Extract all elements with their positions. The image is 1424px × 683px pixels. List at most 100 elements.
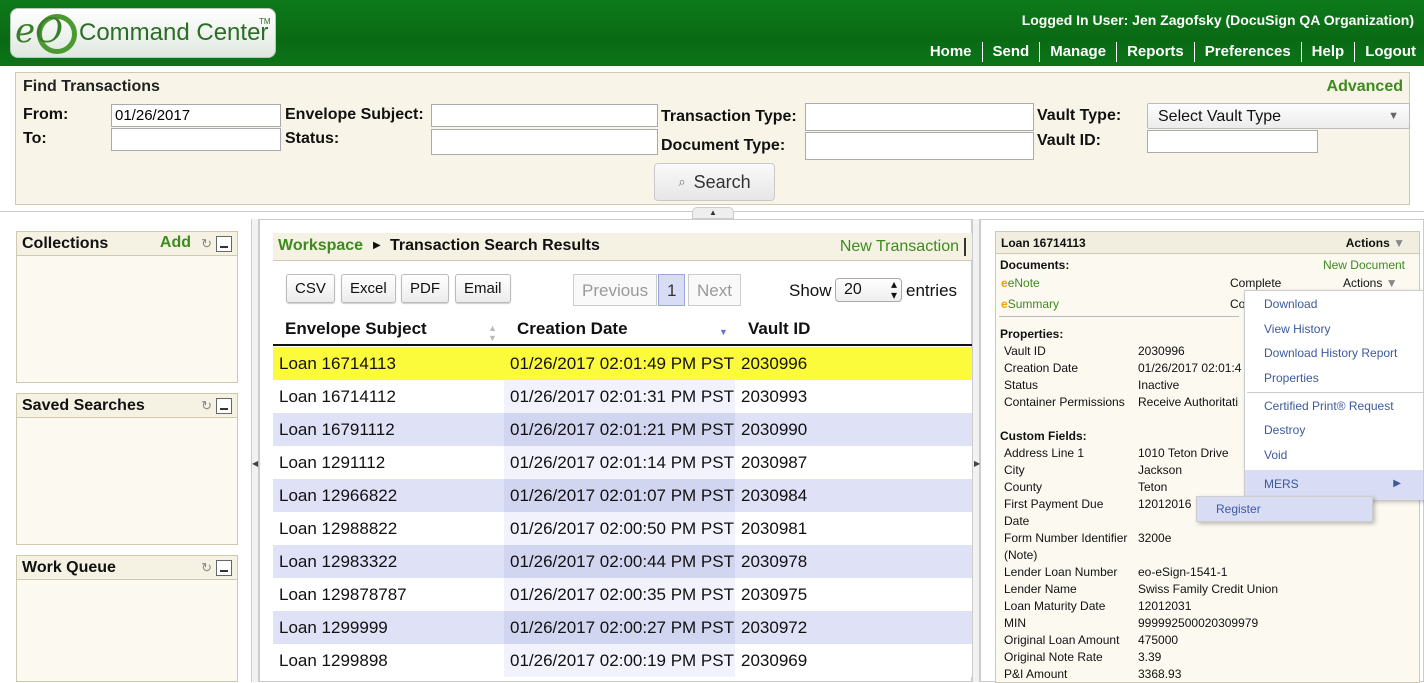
field-key: Lender Name	[1004, 582, 1077, 596]
right-splitter[interactable]: ▶	[972, 219, 980, 682]
cell-vault-id: 2030987	[735, 446, 973, 479]
from-date-input[interactable]	[111, 104, 281, 127]
vault-type-value: Select Vault Type	[1158, 108, 1282, 125]
work-queue-panel: Work Queue ↻	[16, 555, 238, 682]
logo[interactable]: eO Command Center TM	[10, 8, 276, 58]
field-key: City	[1004, 463, 1025, 477]
previous-page-button[interactable]: Previous	[573, 274, 658, 306]
doc-type-input[interactable]	[805, 132, 1034, 160]
breadcrumb-workspace[interactable]: Workspace	[278, 237, 363, 255]
table-row[interactable]: Loan 129878787 01/26/2017 02:00:35 PM PST…	[273, 578, 973, 611]
nav-logout[interactable]: Logout	[1355, 42, 1424, 62]
menu-separator	[1247, 392, 1423, 393]
menu-void[interactable]: Void	[1264, 448, 1287, 462]
next-page-button[interactable]: Next	[688, 274, 741, 306]
sort-icon[interactable]: ▲ ▼	[488, 323, 497, 343]
vault-type-select[interactable]: Select Vault Type ▼	[1147, 103, 1410, 129]
table-row[interactable]: Loan 12983322 01/26/2017 02:00:44 PM PST 2…	[273, 545, 973, 578]
page-title: Transaction Search Results	[390, 237, 600, 254]
add-collection-link[interactable]: Add	[160, 234, 191, 252]
cell-subject: Loan 1291112	[273, 446, 504, 479]
table-row[interactable]: Loan 1299898 01/26/2017 02:00:19 PM PST 20…	[273, 644, 973, 677]
cell-subject: Loan 129878787	[273, 578, 504, 611]
search-label: Search	[693, 171, 751, 192]
logo-mark: eO	[15, 11, 63, 51]
document-summary-link[interactable]: eSummary	[1001, 297, 1059, 311]
menu-mers-label: MERS	[1264, 477, 1299, 491]
email-button[interactable]: Email	[455, 274, 511, 303]
pdf-button[interactable]: PDF	[401, 274, 449, 303]
left-splitter[interactable]: ◀	[251, 219, 259, 682]
menu-properties[interactable]: Properties	[1264, 371, 1319, 385]
collections-header: Collections Add ↻	[17, 232, 237, 256]
table-row[interactable]: Loan 12988822 01/26/2017 02:00:50 PM PST 2…	[273, 512, 973, 545]
minimize-icon[interactable]	[216, 560, 232, 576]
stepper-icon: ▴ ▾	[890, 277, 897, 302]
table-row[interactable]: Loan 1299999 01/26/2017 02:00:27 PM PST 20…	[273, 611, 973, 644]
field-value: eo-eSign-1541-1	[1138, 565, 1228, 579]
menu-download[interactable]: Download	[1264, 297, 1317, 311]
table-row[interactable]: Loan 16714113 01/26/2017 02:01:49 PM PST 2…	[273, 347, 973, 380]
properties-label: Properties:	[1000, 327, 1064, 341]
txn-type-input[interactable]	[805, 103, 1034, 131]
find-transactions-panel: Find Transactions Advanced From: To: Env…	[15, 72, 1410, 205]
collapse-search-toggle[interactable]: ▲	[692, 207, 734, 219]
new-transaction-link[interactable]: New Transaction	[840, 238, 966, 256]
field-key: P&I Amount	[1004, 667, 1068, 681]
excel-button[interactable]: Excel	[341, 274, 396, 303]
search-button[interactable]: ⌕ Search	[654, 163, 775, 201]
table-row[interactable]: Loan 1291112 01/26/2017 02:01:14 PM PST 20…	[273, 446, 973, 479]
prop-value: Inactive	[1138, 378, 1180, 392]
cell-date: 01/26/2017 02:01:21 PM PST	[504, 413, 735, 446]
minimize-icon[interactable]	[216, 398, 232, 414]
new-document-link[interactable]: New Document	[1323, 258, 1405, 272]
field-key: Form Number Identifier	[1004, 531, 1128, 545]
menu-certified-print-request[interactable]: Certified Print® Request	[1264, 399, 1394, 413]
field-value: Teton	[1138, 480, 1168, 494]
to-date-input[interactable]	[111, 128, 281, 151]
nav-reports[interactable]: Reports	[1117, 42, 1195, 62]
cell-vault-id: 2030996	[735, 347, 973, 380]
minimize-icon[interactable]	[216, 236, 232, 252]
col-vault-id[interactable]: Vault ID	[748, 319, 810, 339]
document-actions-menu[interactable]: Actions ▼	[1343, 276, 1398, 290]
document-name: eNote	[1007, 276, 1040, 290]
nav-help[interactable]: Help	[1302, 42, 1356, 62]
refresh-icon[interactable]: ↻	[201, 236, 212, 252]
table-row[interactable]: Loan 12966822 01/26/2017 02:01:07 PM PST 2…	[273, 479, 973, 512]
detail-header: Loan 16714113 Actions ▼	[996, 232, 1419, 254]
field-key: Date	[1004, 514, 1030, 528]
nav-home[interactable]: Home	[920, 42, 983, 62]
document-enote-link[interactable]: eeNote	[1001, 276, 1040, 290]
subject-label: Envelope Subject:	[285, 106, 424, 123]
nav-manage[interactable]: Manage	[1040, 42, 1118, 62]
refresh-icon[interactable]: ↻	[201, 560, 212, 576]
csv-button[interactable]: CSV	[286, 274, 335, 303]
menu-register[interactable]: Register	[1216, 502, 1261, 516]
menu-destroy[interactable]: Destroy	[1264, 423, 1305, 437]
col-creation-date[interactable]: Creation Date	[517, 319, 628, 339]
nav-send[interactable]: Send	[983, 42, 1041, 62]
table-row[interactable]: Loan 16714112 01/26/2017 02:01:31 PM PST 2…	[273, 380, 973, 413]
breadcrumb: Workspace ▶ Transaction Search Results N…	[273, 233, 973, 261]
advanced-link[interactable]: Advanced	[1327, 78, 1403, 96]
menu-download-history-report[interactable]: Download History Report	[1264, 346, 1397, 360]
page-1-button[interactable]: 1	[658, 274, 686, 306]
field-key: Original Note Rate	[1004, 650, 1103, 664]
cell-date: 01/26/2017 02:00:27 PM PST	[504, 611, 735, 644]
detail-actions-menu[interactable]: Actions ▼	[1346, 236, 1405, 250]
nav-preferences[interactable]: Preferences	[1195, 42, 1302, 62]
table-row[interactable]: Loan 16791112 01/26/2017 02:01:21 PM PST 2…	[273, 413, 973, 446]
status-input[interactable]	[431, 129, 658, 155]
col-envelope-subject[interactable]: Envelope Subject	[285, 319, 427, 339]
page-size-select[interactable]: 20 ▴ ▾	[835, 278, 902, 302]
logo-trademark: TM	[259, 17, 271, 26]
refresh-icon[interactable]: ↻	[201, 398, 212, 414]
menu-view-history[interactable]: View History	[1264, 322, 1330, 336]
work-queue-header: Work Queue ↻	[17, 556, 237, 580]
prop-key: Creation Date	[1004, 361, 1079, 375]
sort-desc-icon[interactable]: ▼	[719, 327, 728, 337]
vault-id-input[interactable]	[1147, 130, 1318, 153]
txn-type-label: Transaction Type:	[661, 108, 797, 125]
subject-input[interactable]	[431, 104, 658, 127]
